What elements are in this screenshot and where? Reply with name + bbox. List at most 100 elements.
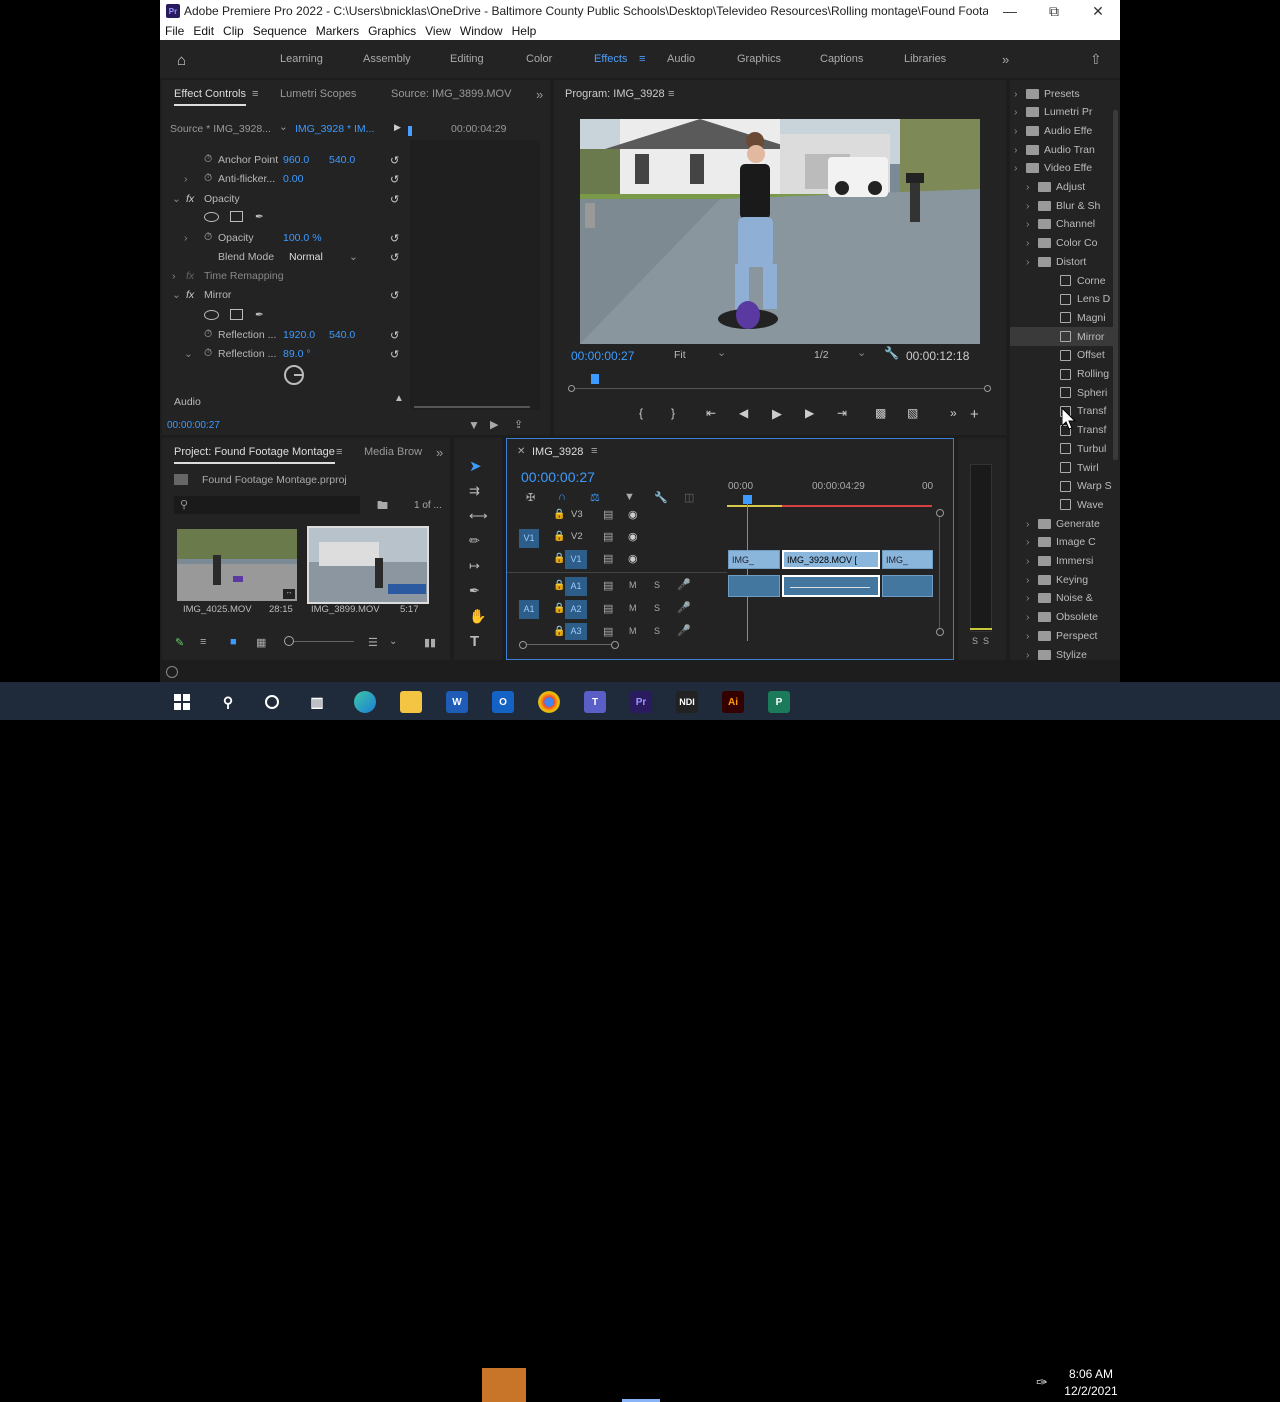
solo-button[interactable]: S — [654, 626, 660, 636]
effect-item[interactable]: Magni — [1010, 308, 1114, 327]
menu-view[interactable]: View — [425, 24, 451, 38]
collapse-icon[interactable]: ⌄ — [184, 348, 193, 360]
effects-folder[interactable]: › Audio Tran — [1010, 140, 1114, 159]
workspace-graphics[interactable]: Graphics — [737, 53, 781, 65]
eye-icon[interactable]: ◉ — [628, 530, 638, 543]
anti-flicker-value[interactable]: 0.00 — [283, 173, 303, 185]
source-clip-label[interactable]: Source * IMG_3928... — [170, 123, 271, 135]
pen-tool-icon[interactable]: ✒ — [469, 583, 480, 599]
workspace-assembly[interactable]: Assembly — [363, 53, 411, 65]
zoom-slider[interactable] — [294, 641, 354, 642]
sync-lock-icon[interactable]: ▤ — [603, 552, 613, 565]
clock-date[interactable]: 12/2/2021 — [1064, 1384, 1118, 1398]
task-view-icon[interactable]: ▥ — [306, 691, 328, 713]
timeline-settings-icon[interactable]: 🔧 — [654, 491, 668, 504]
effects-folder[interactable]: › Image C — [1010, 533, 1114, 552]
ec-zoom-slider[interactable] — [414, 406, 530, 408]
effect-item[interactable]: Twirl — [1010, 458, 1114, 477]
program-title[interactable]: Program: IMG_3928 — [565, 88, 665, 100]
snap-icon[interactable]: ∩ — [558, 491, 566, 503]
reset-icon[interactable]: ↺ — [390, 173, 402, 186]
new-bin-icon[interactable]: 🖿 — [377, 497, 388, 516]
effect-item[interactable]: Wave — [1010, 495, 1114, 514]
meter-solo-left[interactable]: S — [972, 636, 978, 646]
reflection-center-x[interactable]: 1920.0 — [283, 329, 315, 341]
ndi-icon[interactable]: NDI — [676, 691, 698, 713]
expand-icon[interactable]: › — [172, 270, 176, 282]
effects-folder[interactable]: › Obsolete — [1010, 608, 1114, 627]
publisher-icon[interactable]: P — [768, 691, 790, 713]
vertical-zoom-handle[interactable] — [936, 628, 944, 636]
effect-item[interactable]: Spheri — [1010, 383, 1114, 402]
zoom-slider-handle[interactable] — [284, 636, 294, 646]
tab-project[interactable]: Project: Found Footage Montage — [174, 446, 335, 464]
windows-start-icon[interactable] — [171, 691, 193, 713]
effect-item[interactable]: Lens D — [1010, 290, 1114, 309]
illustrator-icon[interactable]: Ai — [722, 691, 744, 713]
track-label-a3[interactable]: A3 — [565, 623, 587, 640]
audio-clip-selected[interactable] — [782, 575, 880, 597]
workspace-learning[interactable]: Learning — [280, 53, 323, 65]
expand-icon[interactable]: › — [1026, 574, 1038, 586]
rectangle-mask-icon[interactable] — [230, 211, 243, 222]
effects-folder[interactable]: › Stylize — [1010, 645, 1114, 661]
home-icon[interactable]: ⌂ — [177, 52, 186, 69]
expand-icon[interactable]: › — [1026, 518, 1038, 530]
search-icon[interactable]: ⚲ — [217, 691, 239, 713]
expand-icon[interactable]: › — [1026, 218, 1038, 230]
track-label-a1[interactable]: A1 — [565, 577, 587, 596]
expand-icon[interactable]: › — [1026, 536, 1038, 548]
go-to-out-button[interactable]: ⇥ — [837, 406, 847, 420]
lock-icon[interactable]: 🔒 — [553, 626, 565, 637]
menu-sequence[interactable]: Sequence — [253, 24, 307, 38]
track-select-tool-icon[interactable]: ⇉ — [469, 483, 480, 499]
chevron-down-icon[interactable]: ⌄ — [857, 346, 866, 359]
workspace-libraries[interactable]: Libraries — [904, 53, 946, 65]
expand-icon[interactable]: › — [1026, 649, 1038, 661]
horizontal-zoom-handle[interactable] — [611, 641, 619, 649]
effects-folder[interactable]: › Blur & Sh — [1010, 196, 1114, 215]
pencil-icon[interactable]: ✎ — [175, 636, 184, 649]
reflection-angle-value[interactable]: 89.0 ° — [283, 348, 311, 360]
project-menu-icon[interactable]: ≡ — [336, 446, 342, 458]
track-label-a2[interactable]: A2 — [565, 600, 587, 619]
solo-button[interactable]: S — [654, 580, 660, 590]
effects-folder[interactable]: › Presets — [1010, 84, 1114, 103]
slip-tool-icon[interactable]: ↦ — [469, 558, 480, 574]
add-marker-icon[interactable]: ▼ — [624, 491, 635, 503]
workspace-menu-icon[interactable]: ≡ — [639, 53, 645, 65]
menu-graphics[interactable]: Graphics — [368, 24, 416, 38]
reset-icon[interactable]: ↺ — [390, 329, 402, 342]
tab-media-browser[interactable]: Media Brow — [364, 446, 422, 458]
tab-source[interactable]: Source: IMG_3899.MOV — [391, 88, 511, 100]
outlook-icon[interactable]: O — [492, 691, 514, 713]
source-patch-a1[interactable]: A1 — [519, 600, 539, 619]
go-to-in-button[interactable]: ⇤ — [706, 406, 716, 420]
microphone-icon[interactable]: 🎤 — [677, 578, 691, 591]
expand-icon[interactable]: › — [1014, 106, 1026, 118]
menu-markers[interactable]: Markers — [316, 24, 359, 38]
thumbnail-img-4025[interactable]: ↔ — [177, 529, 297, 601]
audio-clip[interactable] — [728, 575, 780, 597]
reset-icon[interactable]: ↺ — [390, 193, 402, 206]
teams-icon[interactable]: T — [584, 691, 606, 713]
collapse-icon[interactable]: ⌄ — [172, 289, 181, 301]
type-tool-icon[interactable]: T — [470, 633, 479, 650]
chevron-down-icon[interactable]: ⌄ — [717, 346, 726, 359]
stopwatch-icon[interactable]: ⏱ — [204, 347, 212, 360]
close-icon[interactable]: ✕ — [517, 446, 525, 457]
clock-time[interactable]: 8:06 AM — [1068, 1367, 1114, 1381]
mark-in-button[interactable]: { — [639, 406, 643, 420]
rectangle-mask-icon[interactable] — [230, 309, 243, 320]
effects-folder[interactable]: › Lumetri Pr — [1010, 103, 1114, 122]
program-video-frame[interactable] — [580, 119, 980, 344]
effects-folder[interactable]: › Adjust — [1010, 178, 1114, 197]
fx-icon[interactable]: fx — [186, 270, 194, 282]
step-forward-button[interactable]: ▶ — [805, 406, 814, 420]
lock-icon[interactable]: 🔒 — [553, 509, 565, 520]
expand-icon[interactable]: › — [1026, 181, 1038, 193]
audio-clip[interactable] — [882, 575, 933, 597]
close-button[interactable]: ✕ — [1076, 3, 1120, 20]
panel-overflow-icon[interactable]: » — [536, 87, 543, 102]
play-only-audio-icon[interactable]: ▶ — [490, 418, 498, 431]
